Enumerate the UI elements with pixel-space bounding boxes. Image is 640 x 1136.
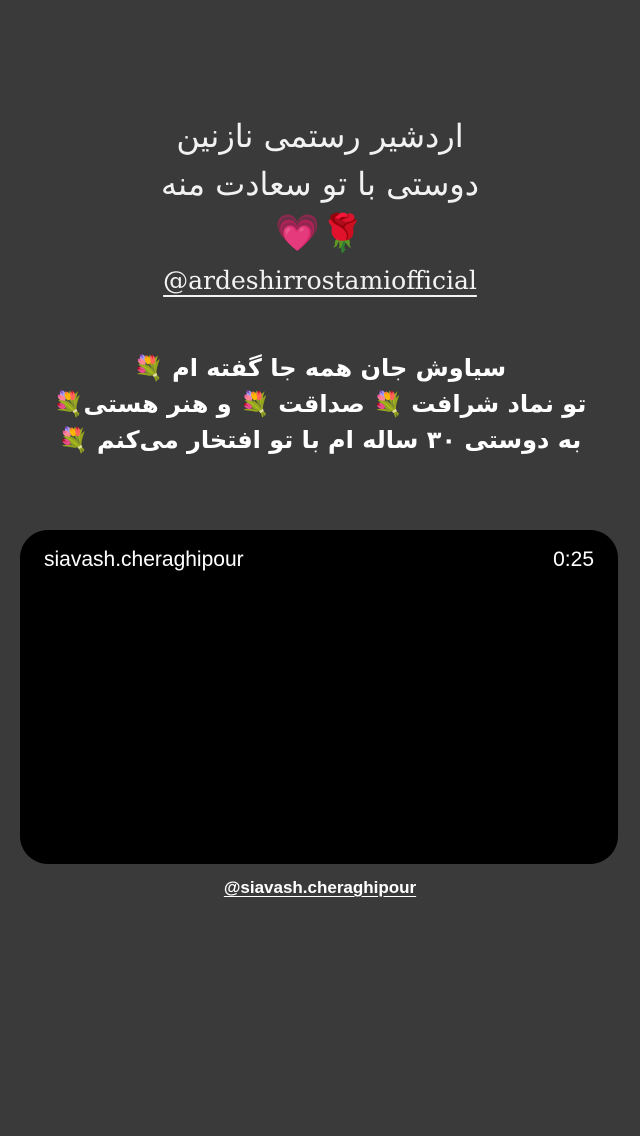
message-line-2: تو نماد شرافت 💐 صداقت 💐 و هنر هستی💐 — [53, 390, 587, 418]
video-duration: 0:25 — [553, 548, 594, 571]
story-header-text: اردشیر رستمی نازنین دوستی با تو سعادت من… — [0, 112, 640, 298]
title-line-2: دوستی با تو سعادت منه — [161, 165, 479, 203]
story-canvas: اردشیر رستمی نازنین دوستی با تو سعادت من… — [0, 0, 640, 1136]
message-line-1: سیاوش جان همه جا گفته ام 💐 — [133, 354, 507, 382]
mention-ardeshir[interactable]: @ardeshirrostamiofficial — [163, 264, 477, 298]
shared-video-card[interactable]: siavash.cheraghipour 0:25 — [20, 530, 618, 864]
video-username[interactable]: siavash.cheraghipour — [44, 548, 244, 572]
rose-icon: 🌹 — [320, 213, 365, 254]
title-line-1: اردشیر رستمی نازنین — [176, 117, 464, 155]
story-message: سیاوش جان همه جا گفته ام 💐 تو نماد شرافت… — [20, 350, 620, 458]
emoji-row: 💗🌹 — [0, 210, 640, 258]
mention-siavash-wrapper: @siavash.cheraghipour — [0, 876, 640, 900]
heart-icon: 💗 — [275, 213, 320, 254]
message-line-3: به دوستی ۳۰ ساله ام با تو افتخار می‌کنم … — [58, 426, 582, 454]
mention-siavash[interactable]: @siavash.cheraghipour — [224, 878, 416, 897]
